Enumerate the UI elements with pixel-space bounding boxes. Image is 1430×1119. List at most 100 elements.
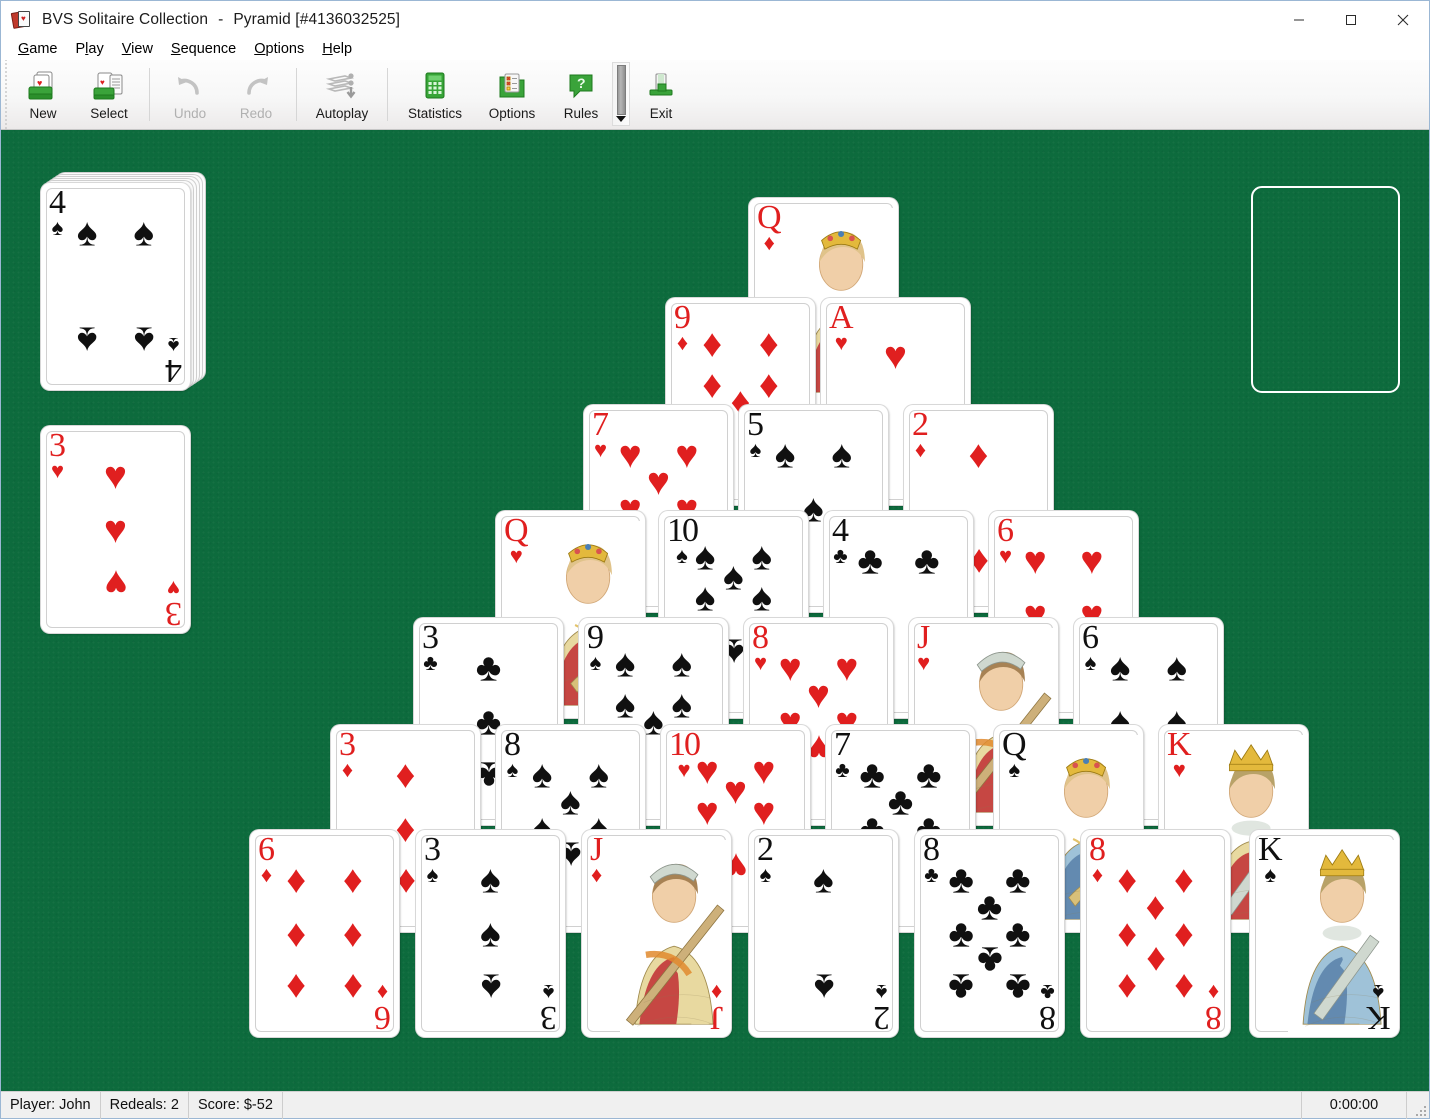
card-rank: 3 (540, 999, 557, 1036)
card-suit-spades-icon: ♠ (1372, 980, 1385, 1006)
pyramid-card-row7-8-diamonds[interactable]: 8 ♦ ♦ ♦ ♦ ♦ ♦ ♦ ♦ ♦ 8 ♦ (1081, 830, 1230, 1037)
toolbar-select-button[interactable]: ♥ Select (77, 63, 141, 126)
toolbar-undo-label: Undo (173, 105, 207, 121)
card-pip-clubs: ♣ (859, 753, 885, 797)
menu-accel-options: O (254, 40, 266, 57)
menu-item-sequence[interactable]: Sequence (162, 39, 245, 60)
toolbar-separator-1 (149, 68, 150, 121)
toolbar-rules-label: Rules (563, 105, 599, 121)
card-corner-top-left: Q ♠ (1002, 728, 1027, 781)
card-pip-hearts: ♥ (103, 454, 128, 498)
toolbar-rules-button[interactable]: ? Rules (550, 63, 612, 126)
options-icon (492, 69, 532, 103)
toolbar-group-exit: Exit (628, 60, 694, 129)
card-pip-hearts: ♥ (1023, 539, 1047, 583)
card-rank: 3 (165, 595, 182, 632)
menu-accel-sequence: S (170, 40, 181, 57)
status-timer: 0:00:00 (1302, 1091, 1407, 1119)
card-suit-hearts-icon: ♥ (1172, 756, 1186, 782)
card-pip-clubs: ♣ (948, 858, 974, 902)
card-pip-clubs: ♣ (914, 539, 940, 583)
menu-item-options[interactable]: Options (245, 39, 313, 60)
card-suit-spades-icon: ♠ (1264, 861, 1277, 887)
card-corner-bottom-right: 8 ♦ (1205, 980, 1222, 1036)
card-suit-diamonds-icon: ♦ (591, 861, 603, 887)
card-rank: J (590, 831, 604, 868)
stock-card-4-spades[interactable]: 4 ♠ ♠ ♠ ♠ ♠ 4 ♠ (41, 183, 190, 390)
card-corner-bottom-right: K ♠ (1366, 980, 1391, 1036)
card-pip-hearts: ♥ (752, 749, 776, 793)
card-pip-hearts: ♥ (103, 508, 128, 551)
toolbar-exit-label: Exit (649, 105, 673, 121)
card-pip-clubs: ♣ (916, 753, 942, 797)
card-pip-diamonds: ♦ (1173, 858, 1194, 902)
statistics-icon (415, 69, 455, 103)
stock-pile[interactable]: 4 ♠ ♠ ♠ ♠ ♠ 4 ♠ (41, 173, 211, 408)
card-suit-spades-icon: ♠ (542, 980, 555, 1006)
maximize-button[interactable] (1325, 1, 1377, 38)
card-pip-spades: ♠ (751, 535, 773, 579)
toolbar-new-button[interactable]: ♥ New (11, 63, 75, 126)
toolbar-select-label: Select (90, 105, 128, 121)
card-suit-spades-icon: ♠ (167, 333, 180, 359)
pyramid-card-row7-k-spades[interactable]: K ♠ K ♠ (1250, 830, 1399, 1037)
pyramid-card-row7-3-spades[interactable]: 3 ♠ ♠ ♠ ♠ 3 ♠ (416, 830, 565, 1037)
card-pip-spades: ♠ (133, 318, 155, 362)
menu-item-help[interactable]: Help (313, 39, 361, 60)
card-pip-clubs: ♣ (887, 780, 914, 824)
waste-card-3-hearts[interactable]: 3 ♥ ♥ ♥ ♥ 3 ♥ (41, 426, 190, 633)
menu-accel-view: V (121, 40, 132, 57)
minimize-button[interactable] (1273, 1, 1325, 38)
pyramid-card-row7-6-diamonds[interactable]: 6 ♦ ♦ ♦ ♦ ♦ ♦ ♦ 6 ♦ (250, 830, 399, 1037)
window-title-app: BVS Solitaire Collection (42, 10, 209, 28)
card-pip-hearts: ♥ (806, 673, 831, 717)
foundation-slot-empty[interactable] (1251, 186, 1400, 393)
card-corner-bottom-right: 4 ♠ (165, 333, 182, 389)
toolbar-options-button[interactable]: Options (476, 63, 548, 126)
select-game-icon: ♥ (89, 69, 129, 103)
autoplay-icon (322, 69, 362, 103)
application-window: ♥ BVS Solitaire Collection - Pyramid [#4… (0, 0, 1430, 1119)
menu-label-help: elp (332, 40, 353, 57)
card-rank: J (917, 619, 931, 656)
card-corner-top-left: Q ♦ (757, 201, 782, 254)
toolbar-group-tools: Statistics Options ? Rules (395, 60, 613, 129)
card-suit-hearts-icon: ♥ (509, 542, 523, 568)
card-pip-hearts: ♥ (618, 433, 642, 477)
toolbar-overflow-chevron[interactable] (612, 62, 630, 126)
card-rank: K (1366, 999, 1391, 1036)
toolbar-undo-button[interactable]: Undo (158, 63, 222, 126)
status-redeals: Redeals: 2 (101, 1091, 189, 1119)
card-rank: 2 (873, 999, 890, 1036)
resize-grip-icon[interactable] (1407, 1092, 1429, 1119)
card-pip-hearts: ♥ (675, 433, 699, 477)
status-spacer (283, 1091, 1302, 1119)
card-rank: K (1167, 726, 1192, 763)
menu-item-play[interactable]: Play (67, 39, 113, 60)
card-pip-spades: ♠ (694, 576, 716, 620)
card-rank: 8 (1039, 999, 1056, 1036)
card-pip-clubs: ♣ (1005, 858, 1031, 902)
toolbar-autoplay-button[interactable]: Autoplay (305, 63, 379, 126)
card-pip-spades: ♠ (531, 753, 553, 797)
new-deal-icon: ♥ (23, 69, 63, 103)
pyramid-card-row7-8-clubs[interactable]: 8 ♣ ♣ ♣ ♣ ♣ ♣ ♣ ♣ ♣ 8 ♣ (915, 830, 1064, 1037)
card-pip-spades: ♠ (614, 683, 636, 727)
card-pip-diamonds: ♦ (1173, 912, 1194, 955)
menu-item-view[interactable]: View (113, 39, 162, 60)
toolbar-exit-button[interactable]: Exit (629, 63, 693, 126)
toolbar-redo-label: Redo (239, 105, 273, 121)
card-pip-hearts: ♥ (778, 646, 802, 690)
window-title-game: Pyramid [#4136032525] (233, 10, 401, 28)
card-pip-diamonds: ♦ (758, 322, 779, 366)
toolbar-redo-button[interactable]: Redo (224, 63, 288, 126)
close-button[interactable] (1377, 1, 1429, 38)
toolbar-statistics-button[interactable]: Statistics (396, 63, 474, 126)
menu-item-game[interactable]: Game (9, 39, 67, 60)
menu-label-view: iew (131, 40, 153, 57)
toolbar-gripper[interactable] (1, 60, 10, 129)
game-table[interactable]: Q ♦ Q ♦ 9 ♦ ♦♦♦♦♦♦♦♦♦ 9 ♦ (1, 130, 1429, 1091)
pyramid-card-row7-j-diamonds[interactable]: J ♦ J ♦ (582, 830, 731, 1037)
pyramid-card-row7-2-spades[interactable]: 2 ♠ ♠ ♠ 2 ♠ (749, 830, 898, 1037)
card-pip-hearts: ♥ (1080, 539, 1104, 583)
